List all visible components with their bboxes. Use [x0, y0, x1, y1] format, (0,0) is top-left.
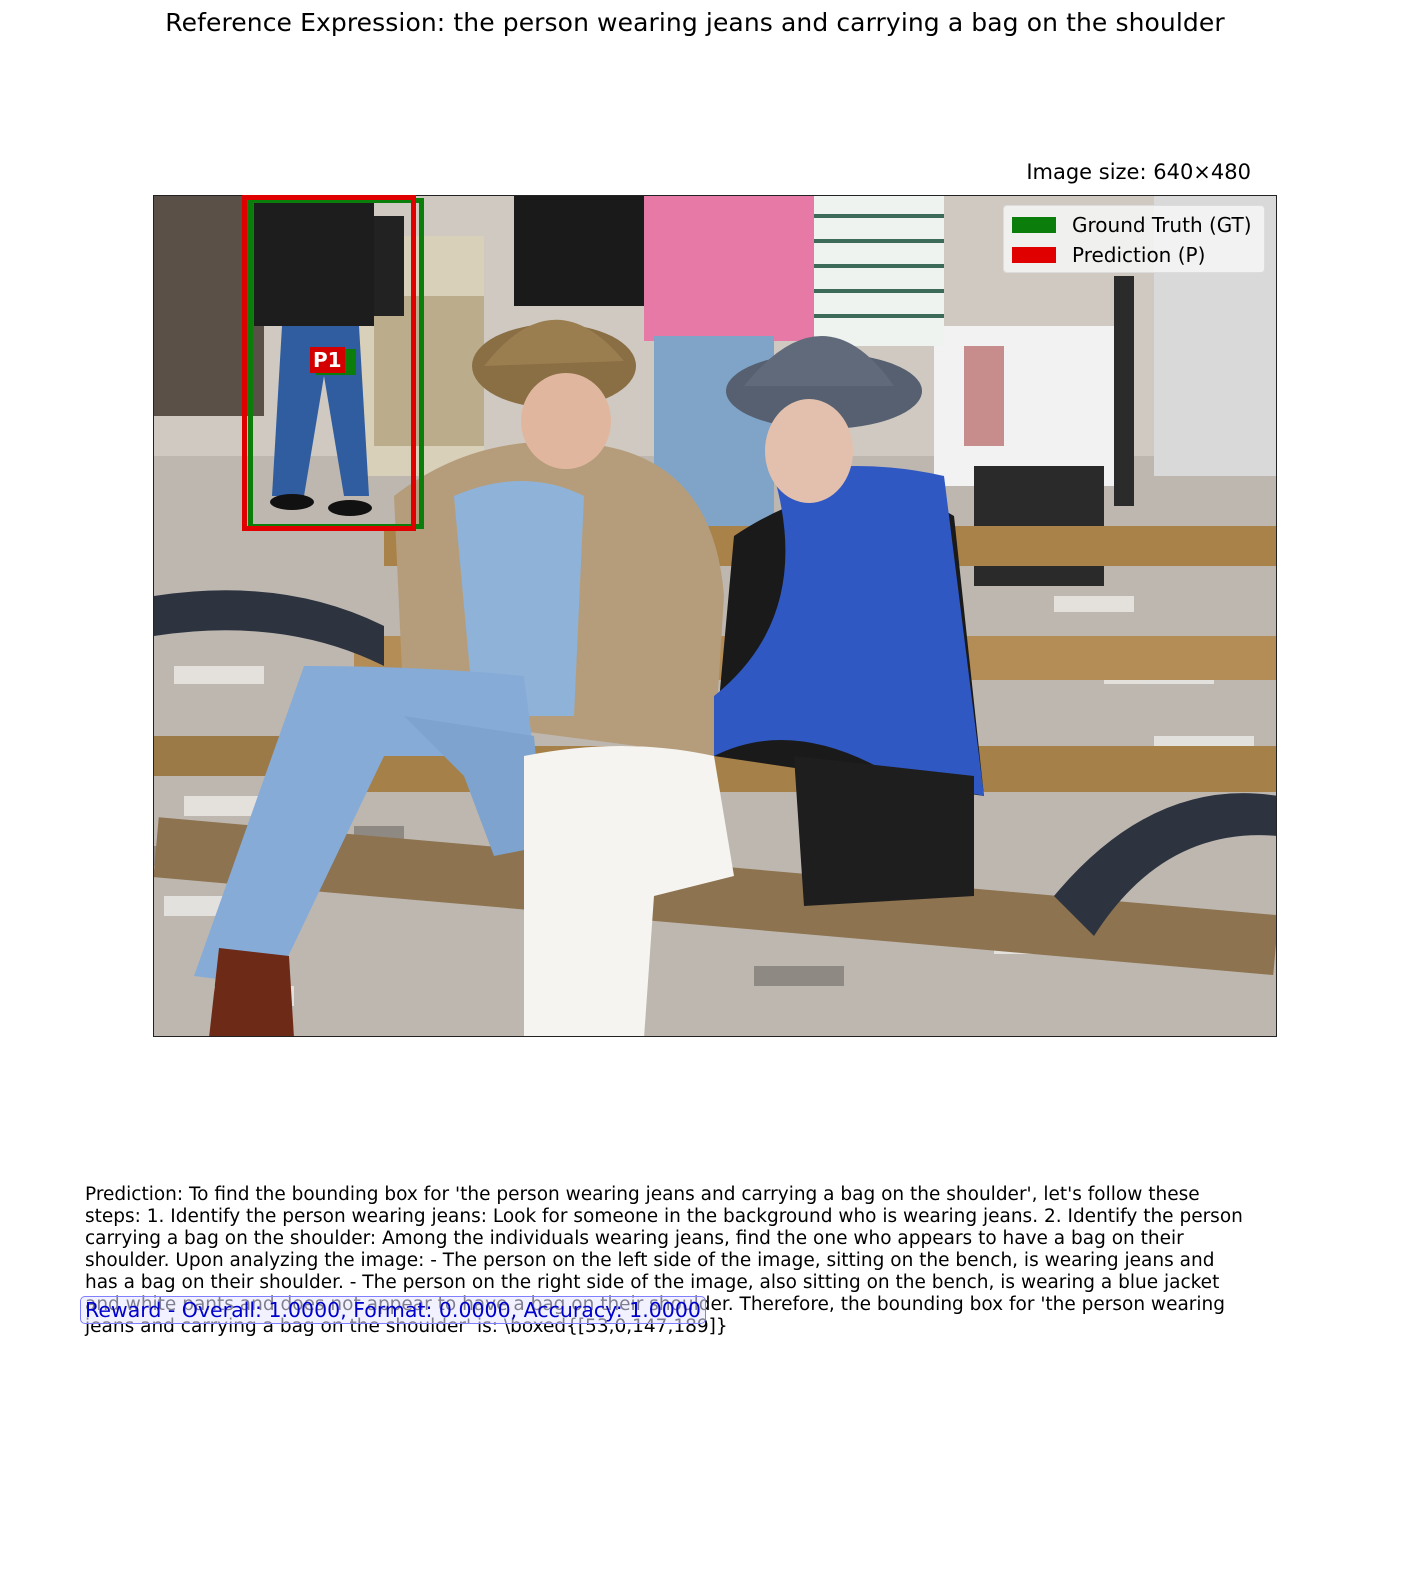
legend-item-ground-truth: Ground Truth (GT)	[1012, 213, 1252, 237]
legend-label-prediction: Prediction (P)	[1072, 243, 1206, 267]
reference-expression-title: Reference Expression: the person wearing…	[165, 8, 1225, 37]
image-size-label: Image size: 640×480	[1026, 160, 1251, 184]
legend: Ground Truth (GT) Prediction (P)	[1003, 205, 1265, 273]
reward-summary: Reward - Overall: 1.0000, Format: 0.0000…	[80, 1296, 706, 1324]
legend-item-prediction: Prediction (P)	[1012, 243, 1205, 267]
legend-swatch-ground-truth	[1012, 217, 1056, 233]
prediction-box-label: P1	[310, 347, 345, 373]
legend-label-ground-truth: Ground Truth (GT)	[1072, 213, 1252, 237]
legend-swatch-prediction	[1012, 247, 1056, 263]
